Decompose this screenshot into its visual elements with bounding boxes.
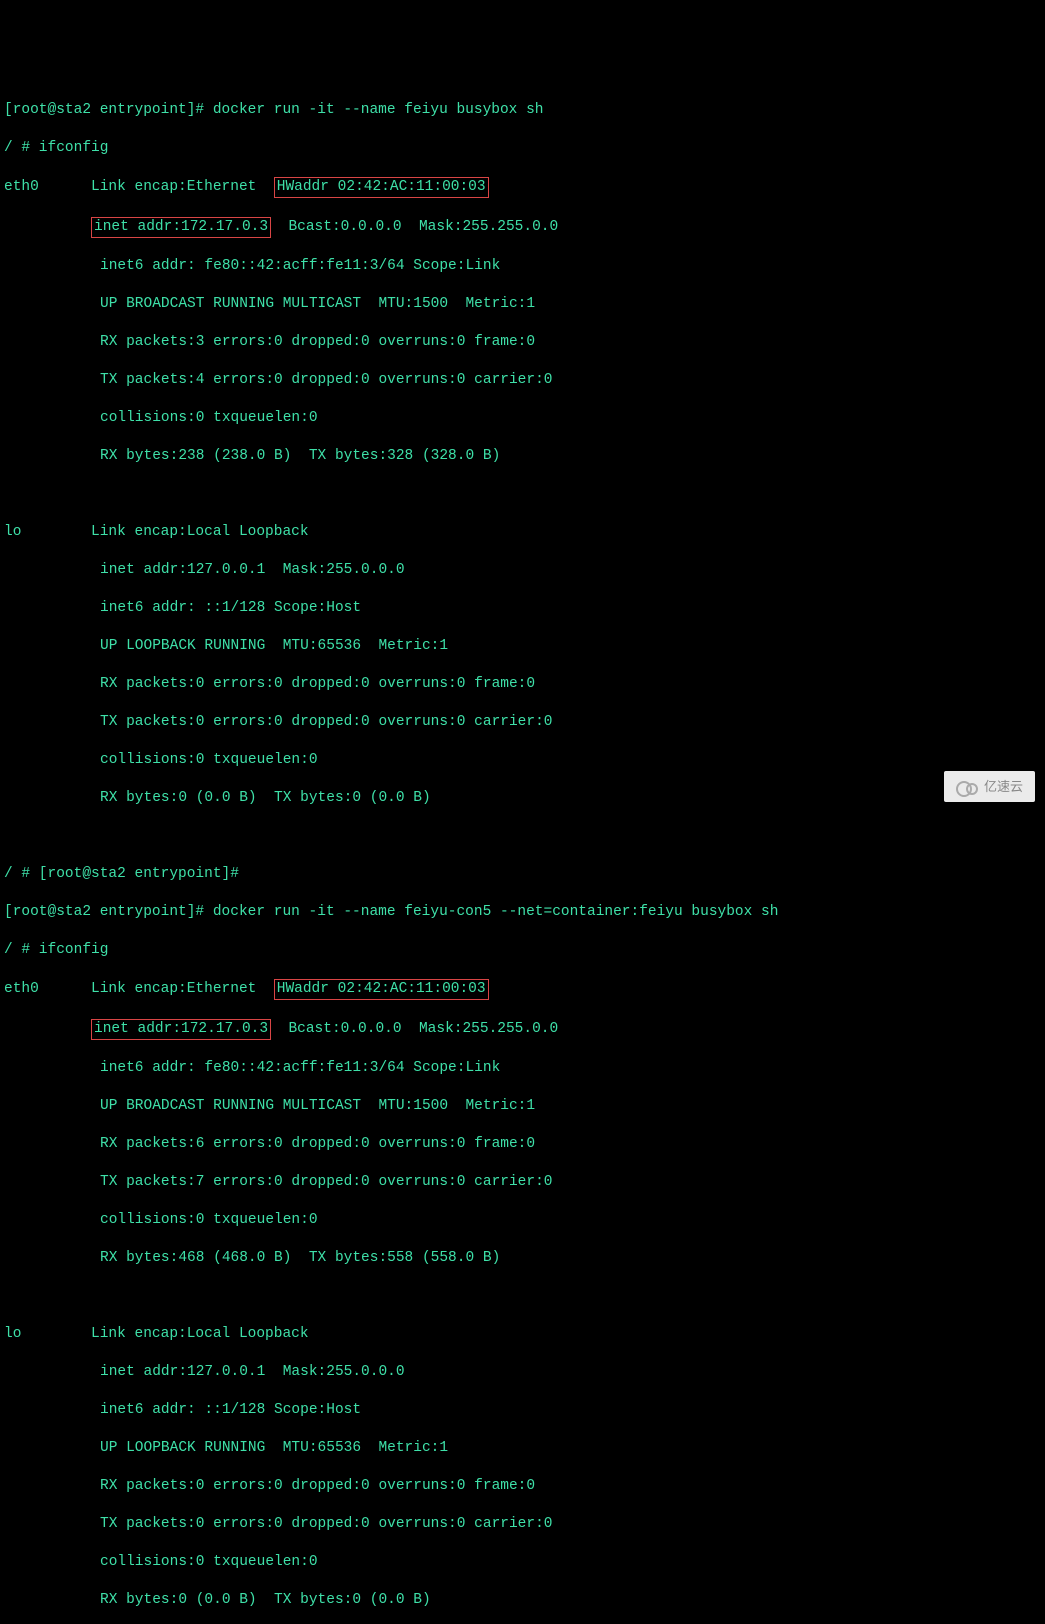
watermark-badge: 亿速云	[944, 771, 1035, 802]
ifconfig-eth0-line7: collisions:0 txqueuelen:0	[4, 409, 1041, 428]
ifconfig-lo-line3: inet6 addr: ::1/128 Scope:Host	[4, 1401, 1041, 1420]
ifconfig-lo-line8: RX bytes:0 (0.0 B) TX bytes:0 (0.0 B)	[4, 1591, 1041, 1610]
ifconfig-eth0-line2: inet addr:172.17.0.3 Bcast:0.0.0.0 Mask:…	[4, 217, 1041, 238]
blank-line	[4, 827, 1041, 846]
ifconfig-lo-line7: collisions:0 txqueuelen:0	[4, 751, 1041, 770]
ifconfig-eth0-line4: UP BROADCAST RUNNING MULTICAST MTU:1500 …	[4, 295, 1041, 314]
ifconfig-eth0-line3: inet6 addr: fe80::42:acff:fe11:3/64 Scop…	[4, 257, 1041, 276]
blank-line	[4, 1287, 1041, 1306]
ifconfig-lo-line5: RX packets:0 errors:0 dropped:0 overruns…	[4, 675, 1041, 694]
ifconfig-eth0-line1: eth0 Link encap:Ethernet HWaddr 02:42:AC…	[4, 979, 1041, 1000]
ifconfig-lo-line4: UP LOOPBACK RUNNING MTU:65536 Metric:1	[4, 1439, 1041, 1458]
ifconfig-eth0-line6: TX packets:7 errors:0 dropped:0 overruns…	[4, 1173, 1041, 1192]
watermark-text: 亿速云	[984, 777, 1023, 796]
ifconfig-lo-line6: TX packets:0 errors:0 dropped:0 overruns…	[4, 713, 1041, 732]
cloud-logo-icon	[956, 779, 978, 795]
indent-space	[4, 1021, 91, 1037]
shell-prompt-line: [root@sta2 entrypoint]# docker run -it -…	[4, 101, 1041, 120]
command-line: / # ifconfig	[4, 941, 1041, 960]
ifconfig-eth0-line8: RX bytes:468 (468.0 B) TX bytes:558 (558…	[4, 1249, 1041, 1268]
ifconfig-eth0-line2: inet addr:172.17.0.3 Bcast:0.0.0.0 Mask:…	[4, 1019, 1041, 1040]
ifconfig-lo-line8: RX bytes:0 (0.0 B) TX bytes:0 (0.0 B)	[4, 789, 1041, 808]
inet-rest: Bcast:0.0.0.0 Mask:255.255.0.0	[271, 1021, 558, 1037]
blank-line	[4, 485, 1041, 504]
ifconfig-eth0-line5: RX packets:3 errors:0 dropped:0 overruns…	[4, 333, 1041, 352]
eth0-label: eth0 Link encap:Ethernet	[4, 179, 274, 195]
inet-addr-highlight: inet addr:172.17.0.3	[91, 217, 271, 238]
command-line: / # ifconfig	[4, 139, 1041, 158]
indent-space	[4, 219, 91, 235]
ifconfig-lo-line7: collisions:0 txqueuelen:0	[4, 1553, 1041, 1572]
eth0-label: eth0 Link encap:Ethernet	[4, 981, 274, 997]
terminal-output[interactable]: [root@sta2 entrypoint]# docker run -it -…	[4, 82, 1041, 1624]
ifconfig-eth0-line3: inet6 addr: fe80::42:acff:fe11:3/64 Scop…	[4, 1059, 1041, 1078]
ifconfig-lo-line2: inet addr:127.0.0.1 Mask:255.0.0.0	[4, 561, 1041, 580]
ifconfig-lo-line5: RX packets:0 errors:0 dropped:0 overruns…	[4, 1477, 1041, 1496]
ifconfig-eth0-line7: collisions:0 txqueuelen:0	[4, 1211, 1041, 1230]
inet-rest: Bcast:0.0.0.0 Mask:255.255.0.0	[271, 219, 558, 235]
hwaddr-highlight: HWaddr 02:42:AC:11:00:03	[274, 177, 489, 198]
exit-prompt-line: / # [root@sta2 entrypoint]#	[4, 865, 1041, 884]
ifconfig-eth0-line4: UP BROADCAST RUNNING MULTICAST MTU:1500 …	[4, 1097, 1041, 1116]
shell-prompt-line: [root@sta2 entrypoint]# docker run -it -…	[4, 903, 1041, 922]
inet-addr-highlight: inet addr:172.17.0.3	[91, 1019, 271, 1040]
ifconfig-eth0-line8: RX bytes:238 (238.0 B) TX bytes:328 (328…	[4, 447, 1041, 466]
ifconfig-lo-line4: UP LOOPBACK RUNNING MTU:65536 Metric:1	[4, 637, 1041, 656]
ifconfig-lo-line1: lo Link encap:Local Loopback	[4, 1325, 1041, 1344]
ifconfig-lo-line6: TX packets:0 errors:0 dropped:0 overruns…	[4, 1515, 1041, 1534]
ifconfig-lo-line2: inet addr:127.0.0.1 Mask:255.0.0.0	[4, 1363, 1041, 1382]
ifconfig-eth0-line1: eth0 Link encap:Ethernet HWaddr 02:42:AC…	[4, 177, 1041, 198]
ifconfig-eth0-line6: TX packets:4 errors:0 dropped:0 overruns…	[4, 371, 1041, 390]
ifconfig-lo-line1: lo Link encap:Local Loopback	[4, 523, 1041, 542]
hwaddr-highlight: HWaddr 02:42:AC:11:00:03	[274, 979, 489, 1000]
ifconfig-eth0-line5: RX packets:6 errors:0 dropped:0 overruns…	[4, 1135, 1041, 1154]
ifconfig-lo-line3: inet6 addr: ::1/128 Scope:Host	[4, 599, 1041, 618]
